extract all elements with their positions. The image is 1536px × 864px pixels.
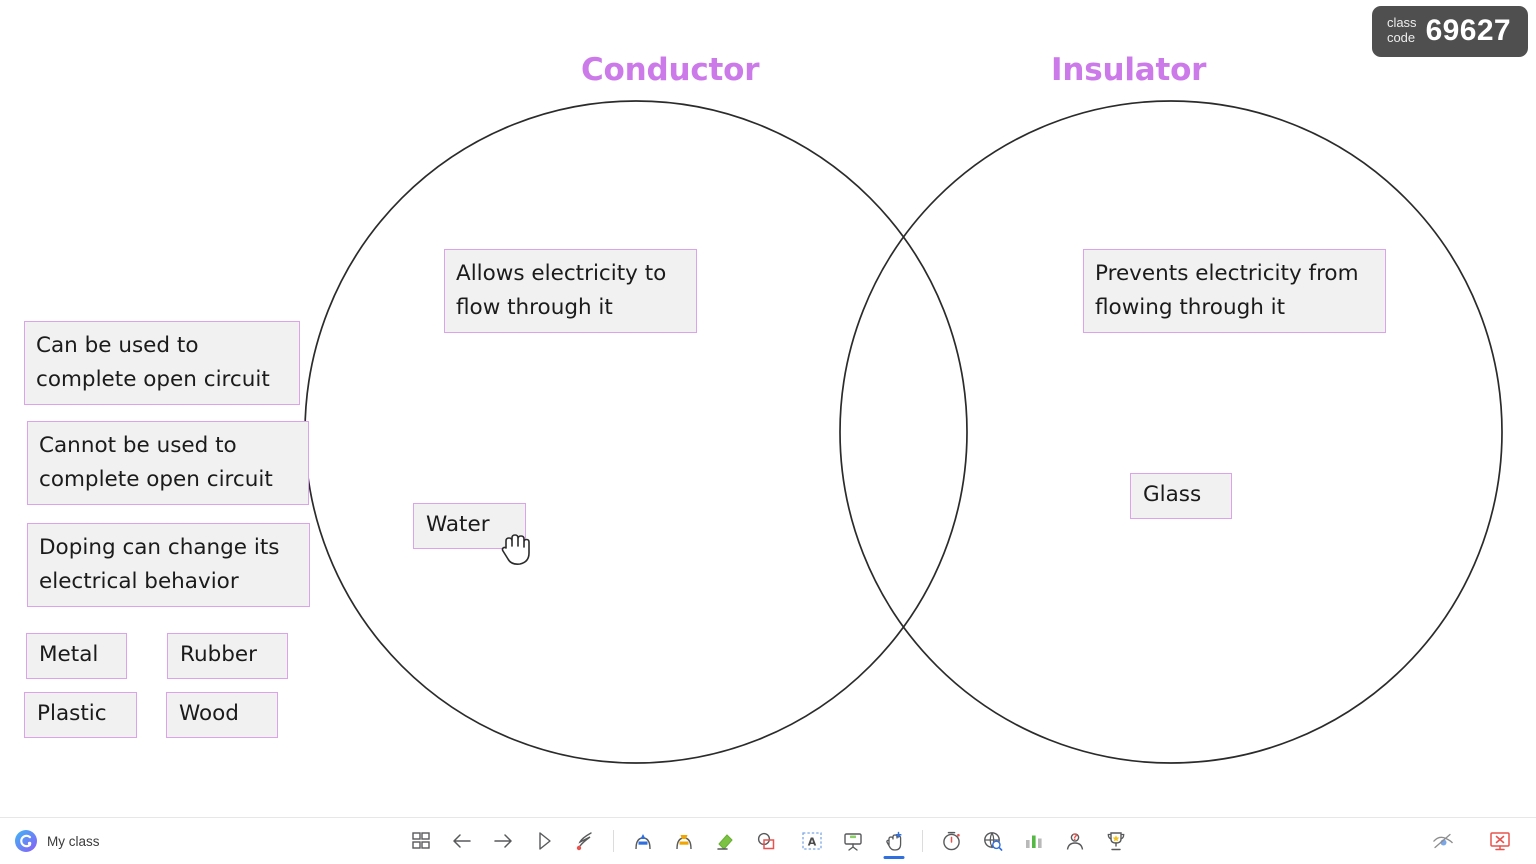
pen-tool-button[interactable] [622, 821, 663, 861]
pointer-tool-button[interactable] [523, 821, 564, 861]
draggable-card[interactable]: Water [413, 503, 526, 549]
draggable-objects-tool-button[interactable] [873, 821, 914, 861]
leaderboard-button[interactable] [1095, 821, 1136, 861]
next-slide-button[interactable] [482, 821, 523, 861]
shapes-tool-button[interactable] [745, 821, 786, 861]
highlighter-tool-button[interactable] [663, 821, 704, 861]
draggable-card[interactable]: Doping can change its electrical behavio… [27, 523, 310, 608]
text-box-icon: A [801, 832, 822, 850]
toolbar-center-group[interactable]: A ? [400, 821, 1136, 861]
class-code-label-line2: code [1386, 30, 1416, 45]
name-picker-button[interactable]: ? [1054, 821, 1095, 861]
previous-slide-button[interactable] [441, 821, 482, 861]
eraser-icon [716, 834, 733, 850]
class-code-label: class code [1386, 15, 1417, 46]
drag-hand-icon [885, 831, 902, 851]
timer-icon [942, 831, 960, 851]
pen-icon [634, 834, 651, 850]
eraser-tool-button[interactable] [704, 821, 745, 861]
class-code-value: 69627 [1425, 14, 1511, 47]
whiteboard-icon [843, 833, 862, 851]
toolbar-right-group[interactable] [1422, 821, 1520, 861]
svg-text:?: ? [1072, 833, 1077, 843]
laser-pointer-icon [576, 832, 592, 851]
eye-slash-icon [1432, 833, 1453, 849]
draggable-card[interactable]: Glass [1130, 473, 1232, 519]
name-picker-icon: ? [1066, 833, 1083, 850]
slide-overview-button[interactable] [400, 821, 441, 861]
embedded-browser-button[interactable] [972, 821, 1013, 861]
toolbar-left-group[interactable]: My class [14, 829, 100, 853]
venn-circle-left [304, 100, 968, 764]
draggable-card[interactable]: Metal [26, 633, 127, 679]
class-code-label-line1: class [1386, 15, 1417, 31]
bar-chart-icon [1025, 835, 1042, 848]
venn-title-right: Insulator [1051, 52, 1207, 88]
venn-circle-right [839, 100, 1503, 764]
timer-tool-button[interactable] [931, 821, 972, 861]
globe-search-icon [983, 832, 1002, 851]
laser-pointer-button[interactable] [564, 821, 605, 861]
draggable-card[interactable]: Can be used to complete open circuit [24, 321, 300, 406]
draggable-card[interactable]: Cannot be used to complete open circuit [27, 421, 309, 506]
cursor-pointer-icon [538, 832, 551, 850]
exit-presentation-icon [1489, 832, 1510, 851]
draggable-card[interactable]: Allows electricity to flow through it [444, 249, 697, 334]
draggable-card[interactable]: Plastic [24, 692, 137, 738]
my-class-label[interactable]: My class [47, 834, 100, 849]
trophy-icon [1107, 832, 1124, 851]
arrow-right-icon [493, 834, 512, 848]
shapes-icon [757, 832, 774, 850]
venn-title-left: Conductor [581, 52, 760, 88]
exit-presentation-button[interactable] [1479, 821, 1520, 861]
toolbar-divider-3 [922, 830, 923, 852]
highlighter-icon [675, 835, 692, 850]
svg-text:A: A [807, 836, 816, 849]
draggable-card[interactable]: Wood [166, 692, 278, 738]
grid-slides-icon [411, 832, 430, 849]
quick-poll-button[interactable] [1013, 821, 1054, 861]
classpoint-logo-icon[interactable] [14, 829, 38, 853]
draggable-card[interactable]: Prevents electricity from flowing throug… [1083, 249, 1386, 334]
slide-canvas[interactable]: Conductor Insulator Can be used to compl… [0, 0, 1536, 818]
draggable-card[interactable]: Rubber [167, 633, 288, 679]
arrow-left-icon [452, 834, 471, 848]
class-code-badge[interactable]: class code 69627 [1371, 6, 1528, 57]
bottom-toolbar[interactable]: My class A ? [0, 817, 1536, 864]
hide-toolbar-button[interactable] [1422, 821, 1463, 861]
whiteboard-tool-button[interactable] [832, 821, 873, 861]
text-box-tool-button[interactable]: A [791, 821, 832, 861]
toolbar-divider-1 [613, 830, 614, 852]
